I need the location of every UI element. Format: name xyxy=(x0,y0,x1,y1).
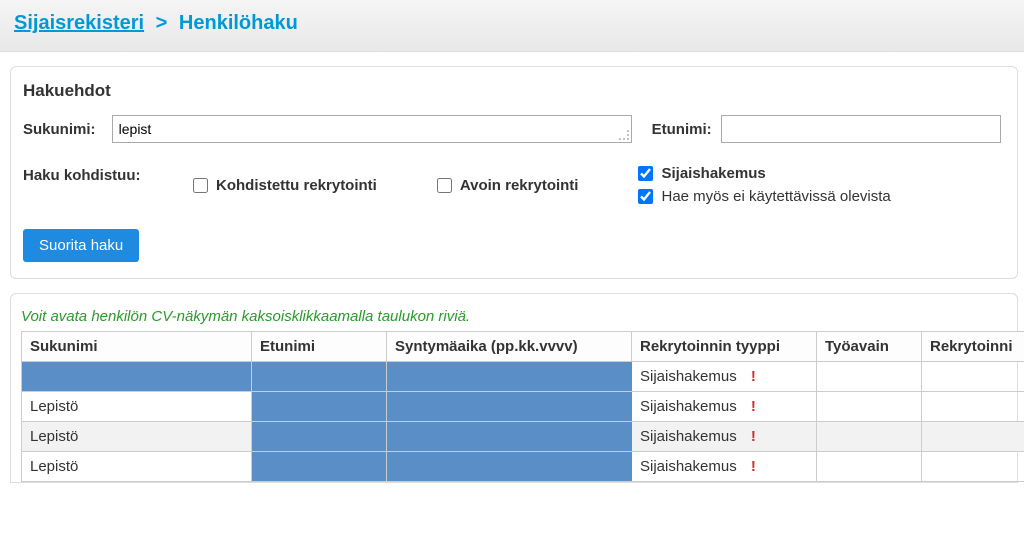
checkbox-avoin[interactable]: Avoin rekrytointi xyxy=(437,165,579,205)
breadcrumb-parent-link[interactable]: Sijaisrekisteri xyxy=(14,12,144,34)
suorita-haku-button[interactable]: Suorita haku xyxy=(23,229,139,262)
cell-tyoavain xyxy=(817,452,922,482)
cell-rekrytoin xyxy=(922,392,1024,422)
cell-sukunimi: Lepistö xyxy=(22,392,252,422)
table-row[interactable]: Lepistö Sijaishakemus ! xyxy=(22,452,1024,482)
alert-icon: ! xyxy=(751,398,756,415)
cell-sukunimi: Lepistö xyxy=(22,452,252,482)
results-panel: Voit avata henkilön CV-näkymän kaksoiskl… xyxy=(10,293,1018,483)
breadcrumb-separator: > xyxy=(156,12,168,34)
rekrytyyppi-text: Sijaishakemus xyxy=(640,368,737,385)
checkbox-hae-myos[interactable]: Hae myös ei käytettävissä olevista xyxy=(638,188,890,205)
rekrytyyppi-text: Sijaishakemus xyxy=(640,428,737,445)
alert-icon: ! xyxy=(751,368,756,385)
sukunimi-input-wrap xyxy=(112,115,632,143)
col-header-sukunimi[interactable]: Sukunimi xyxy=(22,332,252,362)
results-table: Sukunimi Etunimi Syntymäaika (pp.kk.vvvv… xyxy=(21,331,1024,482)
table-body: Sijaishakemus ! Lepistö Sijaishakemus ! … xyxy=(22,362,1024,482)
alert-icon: ! xyxy=(751,428,756,445)
cell-rekrytoin xyxy=(922,422,1024,452)
cell-tyoavain xyxy=(817,362,922,392)
breadcrumb: Sijaisrekisteri > Henkilöhaku xyxy=(14,12,1010,35)
col-header-rekrytyyppi[interactable]: Rekrytoinnin tyyppi xyxy=(632,332,817,362)
etunimi-label: Etunimi: xyxy=(652,121,713,138)
rekrytyyppi-text: Sijaishakemus xyxy=(640,458,737,475)
col-header-rekrytoin[interactable]: Rekrytoinni xyxy=(922,332,1024,362)
alert-icon: ! xyxy=(751,458,756,475)
sukunimi-input[interactable] xyxy=(112,115,632,143)
cell-tyoavain xyxy=(817,392,922,422)
checkbox-group: Kohdistettu rekrytointi Avoin rekrytoint… xyxy=(193,165,891,205)
checkbox-hae-myos-input[interactable] xyxy=(638,189,653,204)
breadcrumb-bar: Sijaisrekisteri > Henkilöhaku xyxy=(0,0,1024,52)
cell-etunimi xyxy=(252,392,387,422)
cell-rekrytyyppi: Sijaishakemus ! xyxy=(632,452,817,482)
etunimi-input[interactable] xyxy=(721,115,1001,143)
cell-sukunimi xyxy=(22,362,252,392)
name-row: Sukunimi: Etunimi: xyxy=(23,115,1001,143)
col-header-syntyma[interactable]: Syntymäaika (pp.kk.vvvv) xyxy=(387,332,632,362)
search-title: Hakuehdot xyxy=(23,81,1001,101)
cell-rekrytyyppi: Sijaishakemus ! xyxy=(632,392,817,422)
sukunimi-label: Sukunimi: xyxy=(23,121,104,138)
checkbox-kohdistettu-label: Kohdistettu rekrytointi xyxy=(216,177,377,194)
cell-rekrytoin xyxy=(922,452,1024,482)
breadcrumb-current: Henkilöhaku xyxy=(179,12,298,34)
checkbox-sijaishakemus-label: Sijaishakemus xyxy=(661,165,765,182)
cell-etunimi xyxy=(252,362,387,392)
table-row[interactable]: Lepistö Sijaishakemus ! xyxy=(22,392,1024,422)
checkbox-kohdistettu[interactable]: Kohdistettu rekrytointi xyxy=(193,165,377,205)
table-header-row: Sukunimi Etunimi Syntymäaika (pp.kk.vvvv… xyxy=(22,332,1024,362)
haku-kohdistuu-row: Haku kohdistuu: Kohdistettu rekrytointi … xyxy=(23,165,1001,205)
cell-rekrytyyppi: Sijaishakemus ! xyxy=(632,362,817,392)
checkbox-hae-myos-label: Hae myös ei käytettävissä olevista xyxy=(661,188,890,205)
cell-syntyma xyxy=(387,362,632,392)
cell-sukunimi: Lepistö xyxy=(22,422,252,452)
results-hint: Voit avata henkilön CV-näkymän kaksoiskl… xyxy=(21,308,1007,325)
cell-etunimi xyxy=(252,452,387,482)
checkbox-right-column: Sijaishakemus Hae myös ei käytettävissä … xyxy=(638,165,890,205)
cell-tyoavain xyxy=(817,422,922,452)
search-panel: Hakuehdot Sukunimi: Etunimi: Haku kohdis… xyxy=(10,66,1018,279)
cell-etunimi xyxy=(252,422,387,452)
cell-syntyma xyxy=(387,452,632,482)
cell-syntyma xyxy=(387,392,632,422)
checkbox-sijaishakemus-input[interactable] xyxy=(638,166,653,181)
col-header-etunimi[interactable]: Etunimi xyxy=(252,332,387,362)
checkbox-kohdistettu-input[interactable] xyxy=(193,178,208,193)
cell-rekrytoin xyxy=(922,362,1024,392)
checkbox-avoin-input[interactable] xyxy=(437,178,452,193)
checkbox-avoin-label: Avoin rekrytointi xyxy=(460,177,579,194)
checkbox-sijaishakemus[interactable]: Sijaishakemus xyxy=(638,165,890,182)
cell-syntyma xyxy=(387,422,632,452)
haku-kohdistuu-label: Haku kohdistuu: xyxy=(23,165,163,184)
table-row[interactable]: Lepistö Sijaishakemus ! xyxy=(22,422,1024,452)
col-header-tyoavain[interactable]: Työavain xyxy=(817,332,922,362)
table-row[interactable]: Sijaishakemus ! xyxy=(22,362,1024,392)
rekrytyyppi-text: Sijaishakemus xyxy=(640,398,737,415)
cell-rekrytyyppi: Sijaishakemus ! xyxy=(632,422,817,452)
